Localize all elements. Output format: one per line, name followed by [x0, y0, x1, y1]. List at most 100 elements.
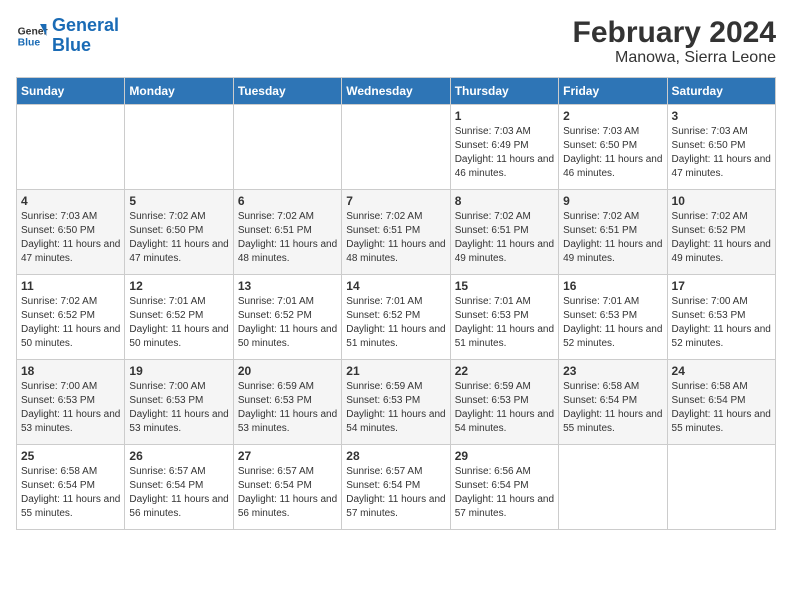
day-cell: 11Sunrise: 7:02 AM Sunset: 6:52 PM Dayli…	[17, 275, 125, 360]
day-number: 2	[563, 109, 662, 123]
day-number: 9	[563, 194, 662, 208]
day-cell: 10 Sunrise: 7:02 AM Sunset: 6:52 PM Dayli…	[667, 190, 775, 275]
week-row-5: 25 Sunrise: 6:58 AM Sunset: 6:54 PM Dayli…	[17, 445, 776, 530]
day-number: 14	[346, 279, 445, 293]
day-cell: 16Sunrise: 7:01 AM Sunset: 6:53 PM Dayli…	[559, 275, 667, 360]
day-detail: Sunrise: 7:02 AM Sunset: 6:50 PM Dayligh…	[129, 210, 228, 266]
day-number: 15	[455, 279, 554, 293]
title-block: February 2024 Manowa, Sierra Leone	[573, 16, 776, 67]
day-cell: 4 Sunrise: 7:03 AM Sunset: 6:50 PM Daylig…	[17, 190, 125, 275]
day-cell: 3 Sunrise: 7:03 AM Sunset: 6:50 PM Daylig…	[667, 105, 775, 190]
day-number: 5	[129, 194, 228, 208]
day-detail: Sunrise: 7:01 AM Sunset: 6:52 PM Dayligh…	[238, 295, 337, 351]
day-number: 22	[455, 364, 554, 378]
day-cell: 13 Sunrise: 7:01 AM Sunset: 6:52 PM Dayli…	[233, 275, 341, 360]
day-number: 1	[455, 109, 554, 123]
day-detail: Sunrise: 6:57 AM Sunset: 6:54 PM Dayligh…	[238, 465, 337, 521]
day-number: 21	[346, 364, 445, 378]
day-detail: Sunrise: 7:01 AM Sunset: 6:52 PM Dayligh…	[346, 295, 445, 351]
day-detail: Sunrise: 7:03 AM Sunset: 6:50 PM Dayligh…	[563, 125, 662, 181]
day-detail: Sunrise: 6:59 AM Sunset: 6:53 PM Dayligh…	[238, 380, 337, 436]
day-number: 28	[346, 449, 445, 463]
header-cell-sunday: Sunday	[17, 78, 125, 105]
day-cell: 22 Sunrise: 6:59 AM Sunset: 6:53 PM Dayli…	[450, 360, 558, 445]
day-cell: 15 Sunrise: 7:01 AM Sunset: 6:53 PM Dayli…	[450, 275, 558, 360]
day-detail: Sunrise: 6:57 AM Sunset: 6:54 PM Dayligh…	[129, 465, 228, 521]
day-number: 27	[238, 449, 337, 463]
day-cell	[342, 105, 450, 190]
day-cell: 2 Sunrise: 7:03 AM Sunset: 6:50 PM Daylig…	[559, 105, 667, 190]
day-number: 6	[238, 194, 337, 208]
day-number: 26	[129, 449, 228, 463]
day-cell	[17, 105, 125, 190]
day-detail: Sunrise: 6:59 AM Sunset: 6:53 PM Dayligh…	[346, 380, 445, 436]
day-number: 7	[346, 194, 445, 208]
week-row-4: 18Sunrise: 7:00 AM Sunset: 6:53 PM Dayli…	[17, 360, 776, 445]
day-detail: Sunrise: 6:56 AM Sunset: 6:54 PM Dayligh…	[455, 465, 554, 521]
day-number: 25	[21, 449, 120, 463]
day-detail: Sunrise: 6:58 AM Sunset: 6:54 PM Dayligh…	[672, 380, 771, 436]
day-cell: 20 Sunrise: 6:59 AM Sunset: 6:53 PM Dayli…	[233, 360, 341, 445]
day-number: 10	[672, 194, 771, 208]
logo-icon: General Blue	[16, 20, 48, 52]
day-cell: 17 Sunrise: 7:00 AM Sunset: 6:53 PM Dayli…	[667, 275, 775, 360]
logo-text: GeneralBlue	[52, 16, 119, 56]
day-number: 3	[672, 109, 771, 123]
day-cell: 9 Sunrise: 7:02 AM Sunset: 6:51 PM Daylig…	[559, 190, 667, 275]
day-number: 23	[563, 364, 662, 378]
day-detail: Sunrise: 7:03 AM Sunset: 6:50 PM Dayligh…	[21, 210, 120, 266]
day-detail: Sunrise: 7:03 AM Sunset: 6:50 PM Dayligh…	[672, 125, 771, 181]
day-detail: Sunrise: 6:58 AM Sunset: 6:54 PM Dayligh…	[563, 380, 662, 436]
day-number: 4	[21, 194, 120, 208]
header-cell-thursday: Thursday	[450, 78, 558, 105]
day-number: 17	[672, 279, 771, 293]
day-cell: 1 Sunrise: 7:03 AM Sunset: 6:49 PM Daylig…	[450, 105, 558, 190]
header-cell-saturday: Saturday	[667, 78, 775, 105]
day-detail: Sunrise: 7:02 AM Sunset: 6:51 PM Dayligh…	[563, 210, 662, 266]
day-detail: Sunrise: 6:57 AM Sunset: 6:54 PM Dayligh…	[346, 465, 445, 521]
calendar-table: SundayMondayTuesdayWednesdayThursdayFrid…	[16, 77, 776, 530]
week-row-1: 1 Sunrise: 7:03 AM Sunset: 6:49 PM Daylig…	[17, 105, 776, 190]
svg-text:Blue: Blue	[18, 37, 41, 48]
day-detail: Sunrise: 6:59 AM Sunset: 6:53 PM Dayligh…	[455, 380, 554, 436]
day-number: 12	[129, 279, 228, 293]
day-number: 24	[672, 364, 771, 378]
header-cell-friday: Friday	[559, 78, 667, 105]
header-cell-monday: Monday	[125, 78, 233, 105]
day-number: 8	[455, 194, 554, 208]
page-header: General Blue GeneralBlue February 2024 M…	[16, 16, 776, 67]
header-cell-tuesday: Tuesday	[233, 78, 341, 105]
logo: General Blue GeneralBlue	[16, 16, 119, 56]
day-cell	[559, 445, 667, 530]
day-cell: 8 Sunrise: 7:02 AM Sunset: 6:51 PM Daylig…	[450, 190, 558, 275]
day-cell	[125, 105, 233, 190]
day-cell: 24 Sunrise: 6:58 AM Sunset: 6:54 PM Dayli…	[667, 360, 775, 445]
day-cell: 12Sunrise: 7:01 AM Sunset: 6:52 PM Dayli…	[125, 275, 233, 360]
day-cell: 6 Sunrise: 7:02 AM Sunset: 6:51 PM Daylig…	[233, 190, 341, 275]
day-number: 13	[238, 279, 337, 293]
day-detail: Sunrise: 7:02 AM Sunset: 6:52 PM Dayligh…	[21, 295, 120, 351]
day-detail: Sunrise: 7:00 AM Sunset: 6:53 PM Dayligh…	[672, 295, 771, 351]
day-detail: Sunrise: 7:02 AM Sunset: 6:51 PM Dayligh…	[238, 210, 337, 266]
day-number: 29	[455, 449, 554, 463]
day-detail: Sunrise: 7:02 AM Sunset: 6:51 PM Dayligh…	[455, 210, 554, 266]
day-number: 16	[563, 279, 662, 293]
calendar-subtitle: Manowa, Sierra Leone	[573, 49, 776, 67]
day-detail: Sunrise: 7:03 AM Sunset: 6:49 PM Dayligh…	[455, 125, 554, 181]
day-number: 19	[129, 364, 228, 378]
day-detail: Sunrise: 7:02 AM Sunset: 6:52 PM Dayligh…	[672, 210, 771, 266]
day-detail: Sunrise: 7:00 AM Sunset: 6:53 PM Dayligh…	[21, 380, 120, 436]
day-cell	[233, 105, 341, 190]
day-cell	[667, 445, 775, 530]
day-cell: 25 Sunrise: 6:58 AM Sunset: 6:54 PM Dayli…	[17, 445, 125, 530]
day-cell: 27 Sunrise: 6:57 AM Sunset: 6:54 PM Dayli…	[233, 445, 341, 530]
week-row-3: 11Sunrise: 7:02 AM Sunset: 6:52 PM Dayli…	[17, 275, 776, 360]
calendar-header: SundayMondayTuesdayWednesdayThursdayFrid…	[17, 78, 776, 105]
day-cell: 23 Sunrise: 6:58 AM Sunset: 6:54 PM Dayli…	[559, 360, 667, 445]
day-detail: Sunrise: 7:01 AM Sunset: 6:53 PM Dayligh…	[455, 295, 554, 351]
header-row: SundayMondayTuesdayWednesdayThursdayFrid…	[17, 78, 776, 105]
day-cell: 7Sunrise: 7:02 AM Sunset: 6:51 PM Daylig…	[342, 190, 450, 275]
day-cell: 19Sunrise: 7:00 AM Sunset: 6:53 PM Dayli…	[125, 360, 233, 445]
day-number: 20	[238, 364, 337, 378]
day-detail: Sunrise: 6:58 AM Sunset: 6:54 PM Dayligh…	[21, 465, 120, 521]
